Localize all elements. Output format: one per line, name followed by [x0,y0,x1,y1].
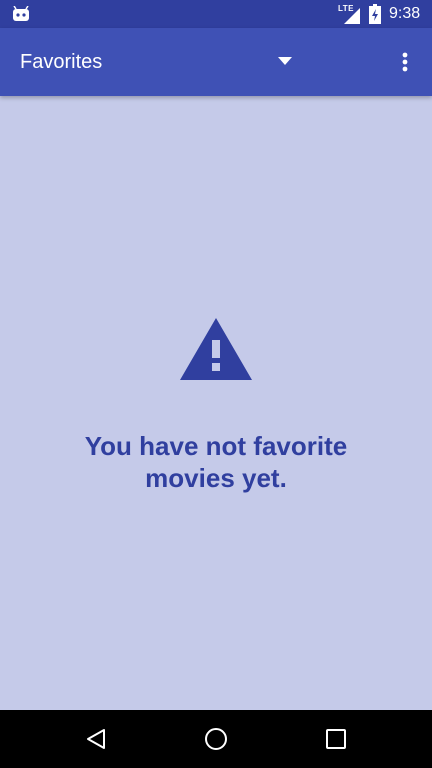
warning-icon [180,318,252,380]
recents-icon [326,729,346,749]
back-button[interactable] [76,719,116,759]
overflow-menu-button[interactable] [384,38,428,86]
more-vert-icon [402,52,408,72]
battery-icon [369,4,381,24]
category-spinner[interactable]: Favorites [0,28,312,96]
signal-icon [344,8,360,24]
spinner-selected-label: Favorites [20,51,103,73]
android-icon [13,6,29,21]
toolbar: Favorites [0,28,432,96]
status-bar: LTE 9:38 [0,0,432,28]
home-icon [205,728,227,750]
recents-button[interactable] [316,719,356,759]
empty-message: You have not favorite movies yet. [84,431,348,493]
navigation-bar [0,710,432,768]
empty-state: You have not favorite movies yet. [0,96,432,710]
back-icon [87,729,105,749]
clock: 9:38 [389,5,421,22]
dropdown-icon [278,57,292,65]
home-button[interactable] [196,719,236,759]
